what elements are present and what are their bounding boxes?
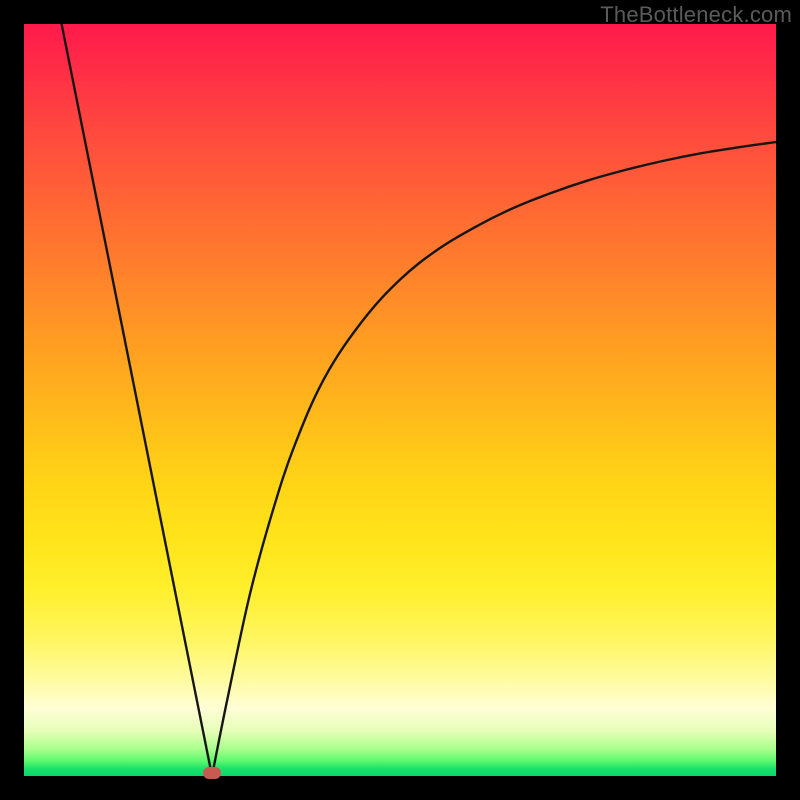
minimum-marker bbox=[203, 767, 221, 779]
watermark-text: TheBottleneck.com bbox=[600, 2, 792, 28]
bottleneck-curve bbox=[24, 24, 776, 776]
chart-plot-area bbox=[24, 24, 776, 776]
